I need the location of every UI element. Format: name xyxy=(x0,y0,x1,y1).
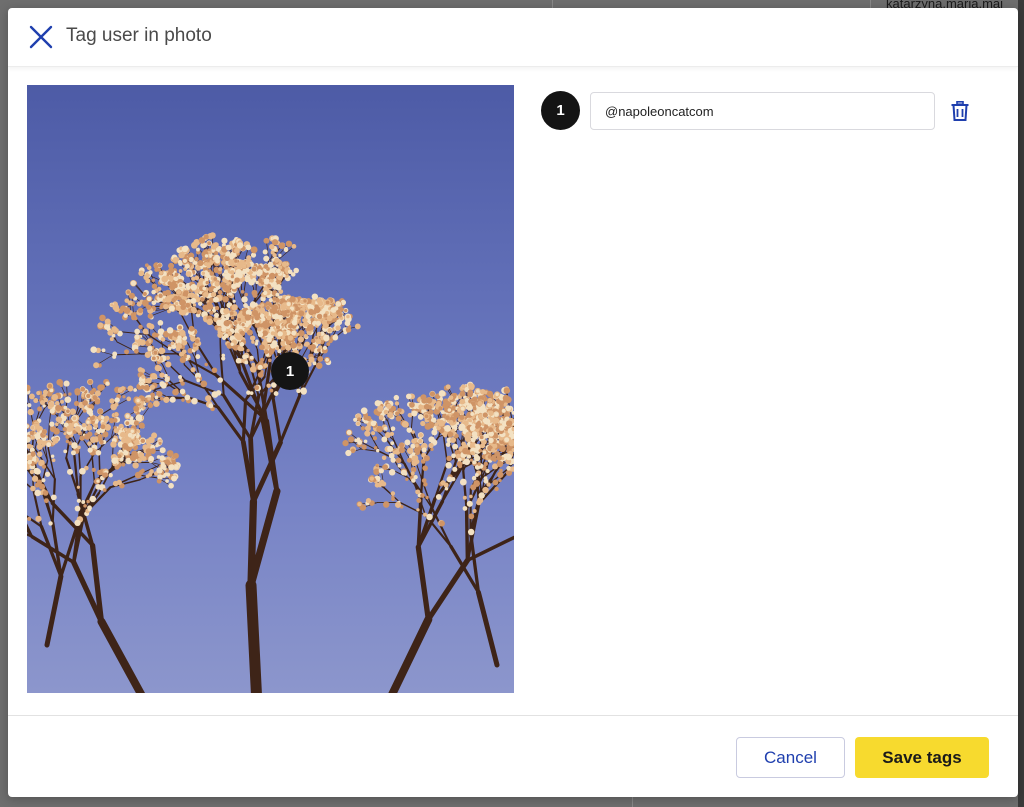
tag-username-input[interactable] xyxy=(590,92,935,130)
modal-header: Tag user in photo xyxy=(8,8,1018,67)
cancel-button[interactable]: Cancel xyxy=(736,737,845,778)
delete-tag-button[interactable] xyxy=(949,99,971,123)
background-divider xyxy=(632,797,633,807)
tag-user-modal: Tag user in photo 1 1 Cancel Save tags xyxy=(8,8,1018,797)
trash-icon xyxy=(951,101,969,121)
modal-footer: Cancel Save tags xyxy=(8,715,1018,797)
background-divider xyxy=(870,0,871,8)
background-divider xyxy=(552,0,553,8)
tag-number-badge: 1 xyxy=(541,91,580,130)
photo-image xyxy=(27,232,514,693)
modal-title: Tag user in photo xyxy=(66,25,212,46)
photo-canvas[interactable]: 1 xyxy=(27,85,514,693)
photo-tag-marker[interactable]: 1 xyxy=(271,352,309,390)
tag-row: 1 xyxy=(541,90,981,132)
close-icon xyxy=(29,25,53,49)
close-button[interactable] xyxy=(26,22,56,52)
save-tags-button[interactable]: Save tags xyxy=(855,737,989,778)
background-strip xyxy=(1018,0,1024,807)
